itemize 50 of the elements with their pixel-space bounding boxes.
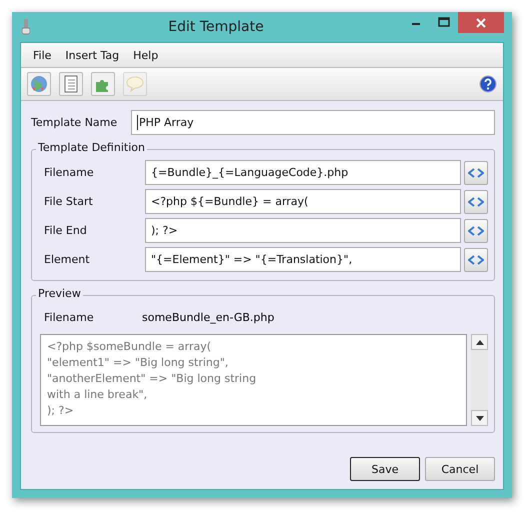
scroll-down-button[interactable] <box>471 410 488 426</box>
speech-bubble-icon <box>126 76 144 92</box>
text-field[interactable]: {=Bundle}_{=LanguageCode}.php <box>145 160 461 185</box>
toolbar-button[interactable] <box>91 72 115 96</box>
insert-tag-button[interactable] <box>464 218 488 242</box>
code-brackets-icon <box>468 254 484 264</box>
text-field[interactable]: <?php ${=Bundle} = array( <box>145 189 461 214</box>
filename-value: someBundle_en-GB.php <box>142 310 274 324</box>
scroll-up-button[interactable] <box>471 334 488 350</box>
menu-item[interactable]: File <box>27 46 58 64</box>
code-brackets-icon <box>468 196 484 206</box>
insert-tag-button[interactable] <box>464 190 488 214</box>
group-title: Template Definition <box>36 141 147 154</box>
down-arrow-icon <box>476 416 484 420</box>
group-title: Preview <box>36 287 83 300</box>
field-label: Template Name <box>31 116 118 128</box>
globe-icon <box>30 75 48 93</box>
field-label: Element <box>43 253 91 266</box>
toolbar-button[interactable] <box>27 72 51 96</box>
window-title: Edit Template <box>167 19 265 35</box>
preview-line: with a line break", <box>47 387 148 403</box>
dialog-button[interactable]: Save <box>350 457 420 481</box>
field-label: File Start <box>43 195 94 208</box>
preview-line: "anotherElement" => "Big long string <box>47 371 258 387</box>
template-name-field[interactable]: PHP Array <box>131 110 495 134</box>
insert-tag-button[interactable] <box>464 248 488 272</box>
insert-tag-button[interactable] <box>464 160 488 184</box>
preview-line: "element1" => "Big long string", <box>47 355 230 371</box>
close-button[interactable] <box>458 12 504 33</box>
preview-line: <?php $someBundle = array( <box>47 339 212 355</box>
menu-item[interactable]: Insert Tag <box>59 46 126 64</box>
text-field[interactable]: "{=Element}" => "{=Translation}", <box>145 247 461 272</box>
dialog-button[interactable]: Cancel <box>425 457 495 481</box>
close-icon <box>476 18 486 28</box>
code-brackets-icon <box>468 226 484 236</box>
up-arrow-icon <box>476 340 484 344</box>
toolbar-button[interactable] <box>59 72 83 96</box>
scrollbar[interactable] <box>471 334 488 426</box>
preview-line: ); ?> <box>47 403 75 419</box>
notepad-icon <box>63 75 79 93</box>
app-icon <box>22 19 30 35</box>
field-label: Filename <box>43 166 95 179</box>
field-label: Filename <box>43 310 95 324</box>
help-icon[interactable] <box>479 75 497 93</box>
menu-item[interactable]: Help <box>127 46 164 64</box>
code-brackets-icon <box>468 168 484 178</box>
maximize-icon <box>438 17 450 27</box>
preview-text-area[interactable]: <?php $someBundle = array( "element1" => "Big long string", "anotherElement" => "Big long string with a line break", ); ?> <box>40 334 467 426</box>
text-field[interactable]: ); ?> <box>145 218 461 243</box>
field-label: File End <box>43 224 88 237</box>
